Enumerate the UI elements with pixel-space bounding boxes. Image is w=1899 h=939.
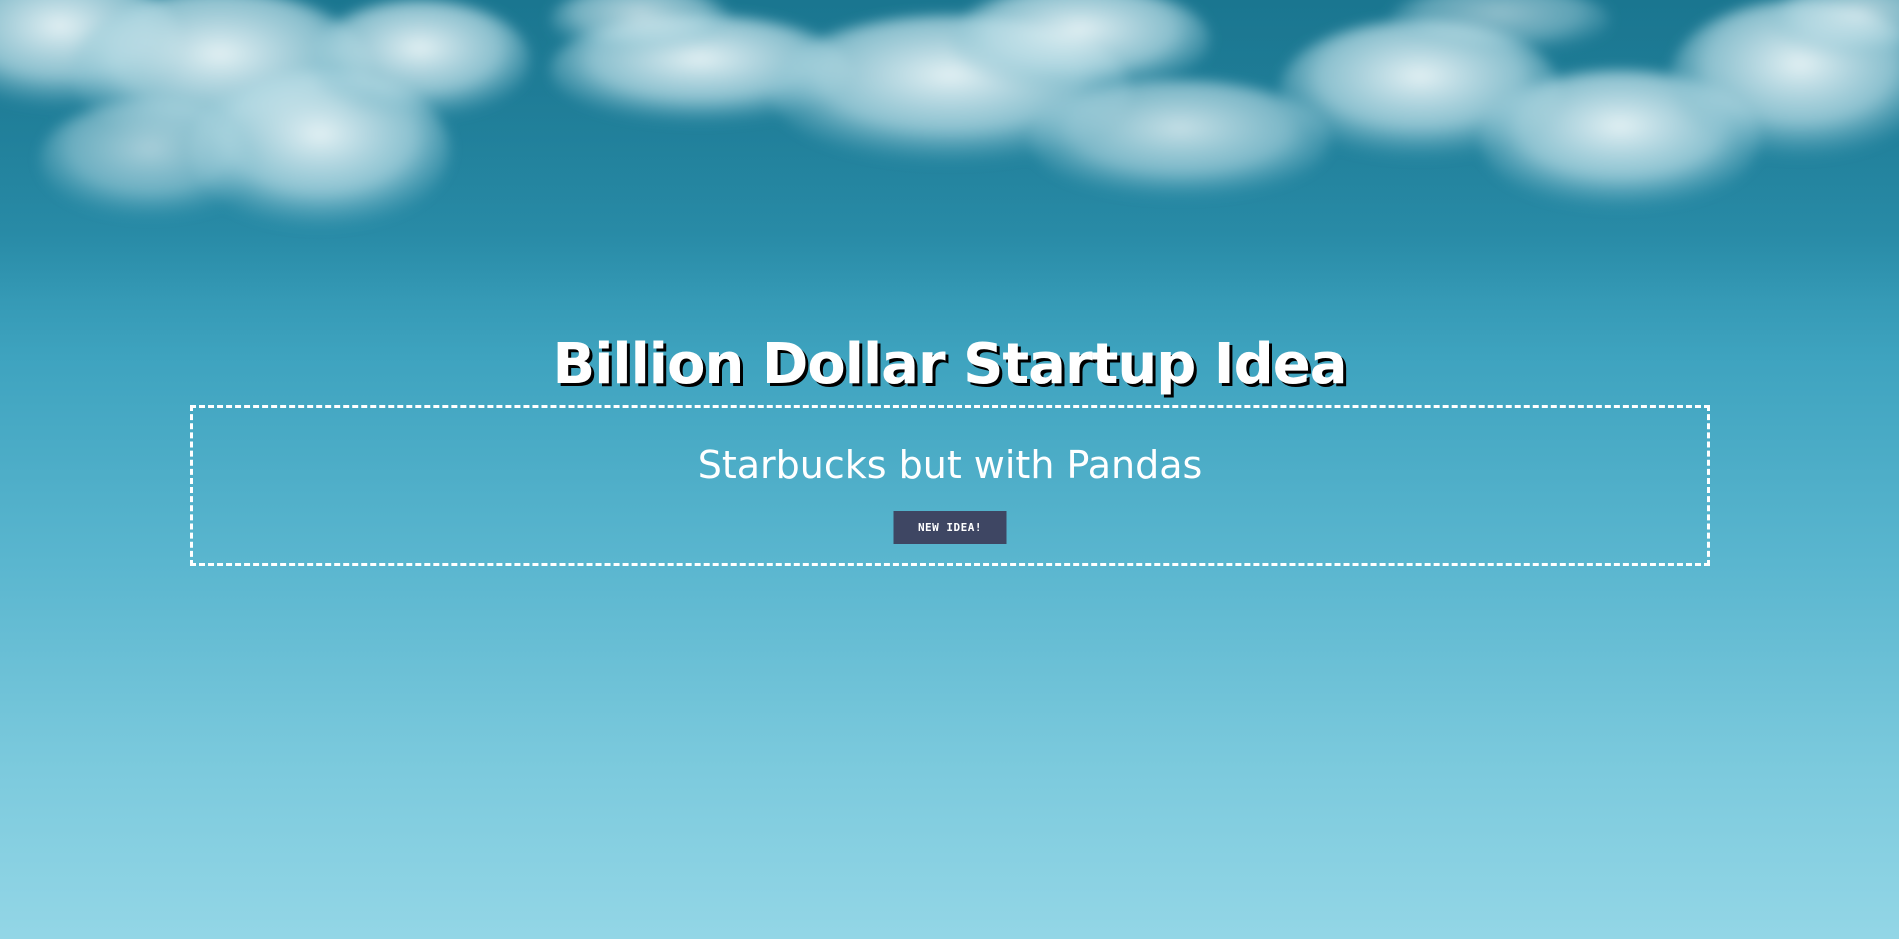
cloud-background [0,0,1899,300]
idea-box: Starbucks but with Pandas NEW IDEA! [190,405,1710,566]
page-title: Billion Dollar Startup Idea [552,332,1348,397]
idea-text: Starbucks but with Pandas [697,443,1203,487]
new-idea-button[interactable]: NEW IDEA! [893,511,1007,544]
